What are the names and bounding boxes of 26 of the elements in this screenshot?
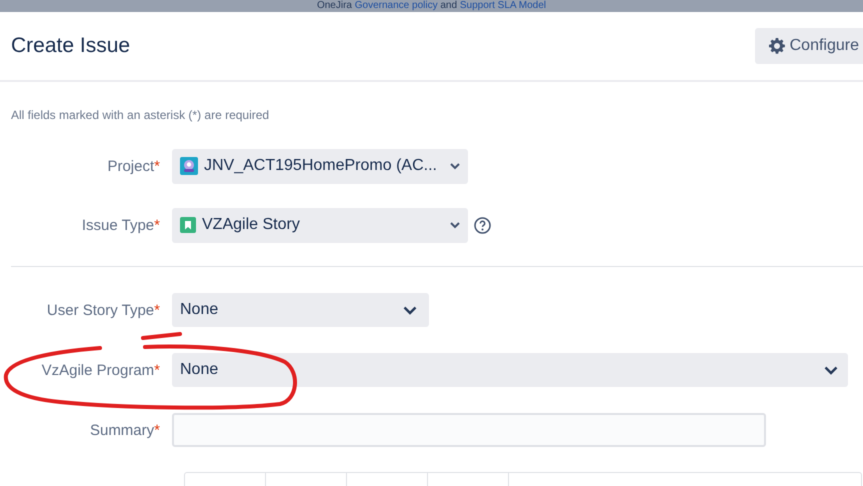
project-avatar-icon (180, 157, 198, 175)
field-label: User Story Type* (46, 302, 161, 318)
bookmark-icon (180, 217, 196, 233)
select-value: None (180, 301, 220, 319)
dropdown-select[interactable]: None (172, 353, 848, 387)
required-note: All fields marked with an asterisk (*) are required (11, 108, 270, 122)
dropdown-select[interactable]: JNV_ACT195HomePromo (AC... (172, 148, 468, 184)
banner-text: OneJira Governance policy and Support SLA Model (316, 0, 546, 12)
help-icon[interactable] (474, 216, 491, 234)
field-label: VzAgile Program* (40, 362, 161, 378)
summary-input-field[interactable] (172, 413, 766, 447)
chevron-down-icon (450, 222, 460, 228)
dialog-title: Create Issue (11, 34, 130, 58)
chevron-down-icon (450, 162, 460, 170)
dropdown-select[interactable]: VZAgile Story (172, 208, 468, 242)
configure-fields-button[interactable]: Configure (754, 28, 863, 64)
field-label: Summary* (88, 422, 161, 438)
field-label: Issue Type* (80, 216, 161, 234)
select-value: None (180, 361, 220, 379)
chevron-down-icon (824, 366, 838, 374)
select-value: JNV_ACT195HomePromo (AC... (204, 157, 438, 175)
chevron-down-icon (403, 306, 417, 314)
field-label: Project* (106, 158, 161, 174)
select-value: VZAgile Story (202, 216, 301, 234)
dropdown-select[interactable]: None (172, 293, 429, 327)
settings-icon (768, 38, 785, 54)
